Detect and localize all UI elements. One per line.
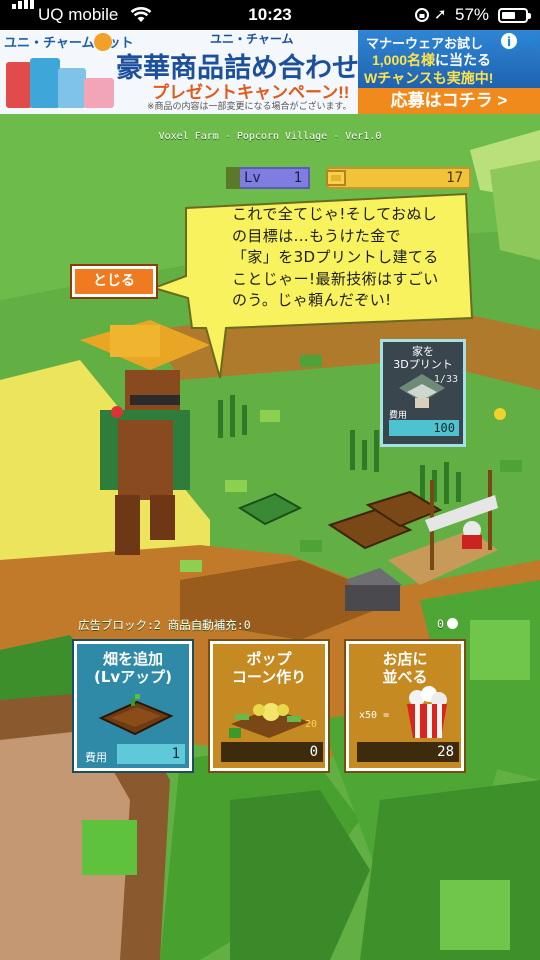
coin-icon <box>326 170 346 186</box>
ad-product-images <box>6 52 116 110</box>
location-icon: ➚ <box>434 6 447 23</box>
ad-close-icon[interactable]: ✕ <box>522 32 538 50</box>
battery-icon <box>498 8 531 23</box>
ad-info-icon[interactable]: i <box>500 32 518 50</box>
ad-right-line2: 1,000名様に当たる <box>372 52 492 68</box>
level-label: Lv <box>244 170 261 186</box>
ad-apply-button[interactable]: 応募はコチラ > <box>358 88 540 114</box>
ad-sub-brand: ユニ・チャーム <box>210 32 294 46</box>
coin-counter: 0 <box>437 617 458 631</box>
stock-shop-button[interactable]: お店に 並べる x50 = 28 <box>346 641 464 771</box>
print-progress: 1/33 <box>433 374 458 385</box>
house-3d-print-card[interactable]: 家を 3Dプリント 1/33 費用 100 <box>380 339 466 447</box>
field-cost: 1 <box>117 744 185 764</box>
game-scene[interactable]: Voxel Farm - Popcorn Village - Ver1.0 Lv… <box>0 114 540 960</box>
field-plot-icon <box>98 694 174 736</box>
popcorn-bucket-icon <box>407 686 447 738</box>
shop-stock-count: 28 <box>357 742 459 762</box>
dialog-bubble[interactable]: これで全てじゃ!そしておぬし の目標は...もうけた金で 「家」を3Dプリントし… <box>150 188 474 379</box>
dialog-text: これで全てじゃ!そしておぬし の目標は...もうけた金で 「家」を3Dプリントし… <box>232 205 439 309</box>
smile-icon <box>446 618 458 629</box>
close-dialog-button[interactable]: とじる <box>72 266 156 297</box>
popcorn-title: ポップ コーン作り <box>231 650 307 686</box>
ad-note: ※商品の内容は一部変更になる場合がございます。 <box>147 102 352 112</box>
ad-brand: ユニ・チャームペット <box>4 35 134 50</box>
field-cost-label: 費用 <box>85 751 107 764</box>
status-info-line: 広告ブロック:2 商品自動補充:0 <box>78 618 251 632</box>
print-card-title: 家を 3Dプリント <box>393 345 453 371</box>
make-popcorn-button[interactable]: ポップ コーン作り 20 0 <box>210 641 328 771</box>
gold-bar: 17 <box>326 167 471 189</box>
game-title: Voxel Farm - Popcorn Village - Ver1.0 <box>158 131 382 142</box>
shop-multiplier: x50 = <box>359 710 390 721</box>
popcorn-yield: 20 <box>304 719 317 730</box>
level-bar: Lv 1 <box>226 167 310 189</box>
print-cost: 100 <box>389 420 459 436</box>
shop-title: お店に 並べる <box>382 650 428 686</box>
ad-right-line3: Wチャンスも実施中! <box>364 70 494 86</box>
level-value: 1 <box>293 170 302 186</box>
add-field-title: 畑を追加 (Lvアップ) <box>93 650 173 686</box>
corn-crop-icon <box>229 703 309 738</box>
orientation-lock-icon <box>415 8 429 22</box>
add-field-button[interactable]: 畑を追加 (Lvアップ) 費用 1 <box>74 641 192 771</box>
level-badge-icon <box>226 167 240 189</box>
status-bar: UQ mobile 10:23 ➚ 57% <box>0 0 540 30</box>
popcorn-count: 0 <box>221 742 323 762</box>
battery-percent: 57% <box>455 5 490 24</box>
gold-value: 17 <box>446 170 463 186</box>
ad-banner[interactable]: ユニ・チャームペット ユニ・チャーム 豪華商品詰め合わせ プレゼントキャンペーン… <box>0 30 540 114</box>
brand-logo-icon <box>94 33 112 51</box>
